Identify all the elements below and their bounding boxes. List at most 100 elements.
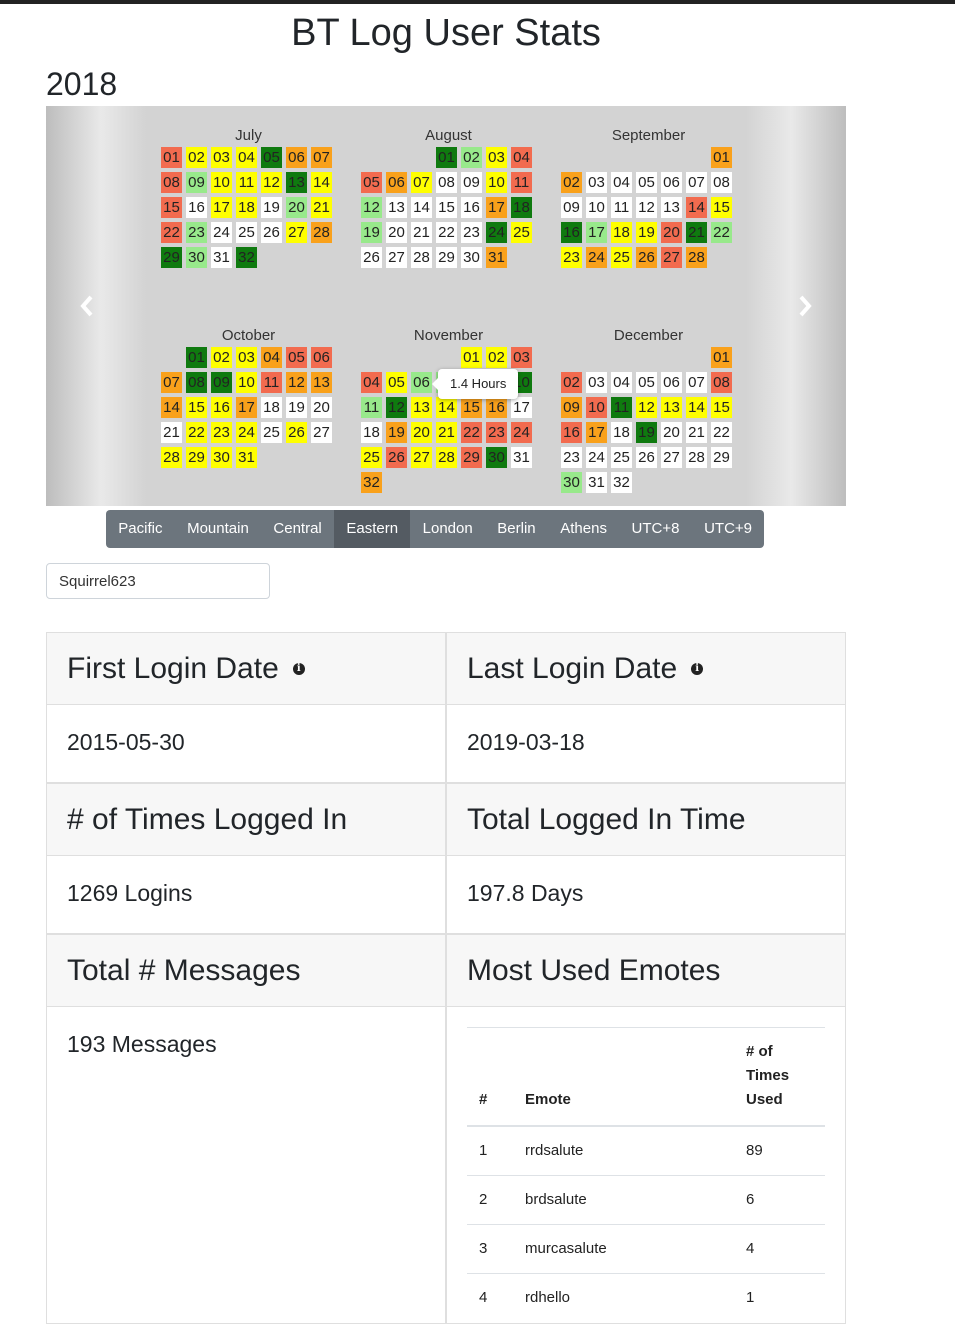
day-cell[interactable]: 32 [611, 472, 632, 493]
day-cell[interactable]: 22 [711, 422, 732, 443]
day-cell[interactable]: 20 [286, 197, 307, 218]
tab-utc-9[interactable]: UTC+9 [692, 510, 765, 548]
day-cell[interactable]: 22 [186, 422, 207, 443]
day-cell[interactable]: 25 [361, 447, 382, 468]
day-cell[interactable]: 02 [561, 172, 582, 193]
day-cell[interactable]: 06 [411, 372, 432, 393]
day-cell[interactable]: 22 [711, 222, 732, 243]
day-cell[interactable]: 01 [461, 347, 482, 368]
day-cell[interactable]: 11 [236, 172, 257, 193]
day-cell[interactable]: 09 [561, 197, 582, 218]
tab-utc-8[interactable]: UTC+8 [619, 510, 692, 548]
tab-berlin[interactable]: Berlin [485, 510, 548, 548]
day-cell[interactable]: 26 [361, 247, 382, 268]
day-cell[interactable]: 17 [486, 197, 507, 218]
day-cell[interactable]: 08 [161, 172, 182, 193]
day-cell[interactable]: 23 [211, 422, 232, 443]
day-cell[interactable]: 07 [686, 172, 707, 193]
day-cell[interactable]: 04 [611, 172, 632, 193]
day-cell[interactable]: 27 [411, 447, 432, 468]
day-cell[interactable]: 07 [161, 372, 182, 393]
day-cell[interactable]: 04 [611, 372, 632, 393]
day-cell[interactable]: 15 [461, 397, 482, 418]
day-cell[interactable]: 13 [661, 397, 682, 418]
day-cell[interactable]: 03 [586, 172, 607, 193]
tab-athens[interactable]: Athens [548, 510, 619, 548]
day-cell[interactable]: 14 [686, 397, 707, 418]
day-cell[interactable]: 10 [586, 197, 607, 218]
day-cell[interactable]: 08 [186, 372, 207, 393]
day-cell[interactable]: 24 [486, 222, 507, 243]
day-cell[interactable]: 18 [261, 397, 282, 418]
day-cell[interactable]: 11 [611, 397, 632, 418]
day-cell[interactable]: 14 [686, 197, 707, 218]
carousel-prev-button[interactable] [46, 106, 146, 506]
day-cell[interactable]: 16 [211, 397, 232, 418]
day-cell[interactable]: 14 [161, 397, 182, 418]
day-cell[interactable]: 24 [236, 422, 257, 443]
day-cell[interactable]: 28 [436, 447, 457, 468]
day-cell[interactable]: 27 [286, 222, 307, 243]
day-cell[interactable]: 15 [711, 397, 732, 418]
day-cell[interactable]: 10 [211, 172, 232, 193]
tab-eastern[interactable]: Eastern [334, 510, 411, 548]
day-cell[interactable]: 17 [511, 397, 532, 418]
day-cell[interactable]: 24 [586, 247, 607, 268]
day-cell[interactable]: 21 [436, 422, 457, 443]
day-cell[interactable]: 22 [161, 222, 182, 243]
day-cell[interactable]: 26 [386, 447, 407, 468]
day-cell[interactable]: 23 [186, 222, 207, 243]
day-cell[interactable]: 04 [361, 372, 382, 393]
day-cell[interactable]: 07 [311, 147, 332, 168]
day-cell[interactable]: 04 [236, 147, 257, 168]
day-cell[interactable]: 31 [211, 247, 232, 268]
day-cell[interactable]: 13 [661, 197, 682, 218]
day-cell[interactable]: 01 [711, 147, 732, 168]
day-cell[interactable]: 02 [186, 147, 207, 168]
day-cell[interactable]: 02 [561, 372, 582, 393]
day-cell[interactable]: 10 [236, 372, 257, 393]
day-cell[interactable]: 09 [186, 172, 207, 193]
day-cell[interactable]: 19 [286, 397, 307, 418]
day-cell[interactable]: 20 [661, 222, 682, 243]
day-cell[interactable]: 14 [436, 397, 457, 418]
day-cell[interactable]: 30 [561, 472, 582, 493]
day-cell[interactable]: 27 [311, 422, 332, 443]
day-cell[interactable]: 31 [586, 472, 607, 493]
day-cell[interactable]: 01 [711, 347, 732, 368]
day-cell[interactable]: 17 [211, 197, 232, 218]
day-cell[interactable]: 22 [436, 222, 457, 243]
day-cell[interactable]: 01 [186, 347, 207, 368]
day-cell[interactable]: 16 [486, 397, 507, 418]
day-cell[interactable]: 25 [511, 222, 532, 243]
day-cell[interactable]: 19 [386, 422, 407, 443]
day-cell[interactable]: 29 [161, 247, 182, 268]
day-cell[interactable]: 03 [586, 372, 607, 393]
info-icon[interactable]: i [691, 662, 704, 675]
day-cell[interactable]: 19 [361, 222, 382, 243]
day-cell[interactable]: 23 [461, 222, 482, 243]
day-cell[interactable]: 21 [686, 422, 707, 443]
day-cell[interactable]: 25 [236, 222, 257, 243]
day-cell[interactable]: 06 [286, 147, 307, 168]
day-cell[interactable]: 27 [661, 447, 682, 468]
day-cell[interactable]: 14 [411, 197, 432, 218]
day-cell[interactable]: 02 [486, 347, 507, 368]
day-cell[interactable]: 23 [561, 447, 582, 468]
day-cell[interactable]: 27 [386, 247, 407, 268]
day-cell[interactable]: 13 [386, 197, 407, 218]
day-cell[interactable]: 30 [461, 247, 482, 268]
day-cell[interactable]: 09 [461, 172, 482, 193]
tab-london[interactable]: London [410, 510, 485, 548]
day-cell[interactable]: 07 [411, 172, 432, 193]
day-cell[interactable]: 24 [511, 422, 532, 443]
day-cell[interactable]: 24 [211, 222, 232, 243]
day-cell[interactable]: 06 [661, 372, 682, 393]
day-cell[interactable]: 10 [486, 172, 507, 193]
day-cell[interactable]: 23 [561, 247, 582, 268]
day-cell[interactable]: 20 [311, 397, 332, 418]
tab-mountain[interactable]: Mountain [175, 510, 261, 548]
day-cell[interactable]: 03 [511, 347, 532, 368]
day-cell[interactable]: 20 [661, 422, 682, 443]
day-cell[interactable]: 05 [386, 372, 407, 393]
